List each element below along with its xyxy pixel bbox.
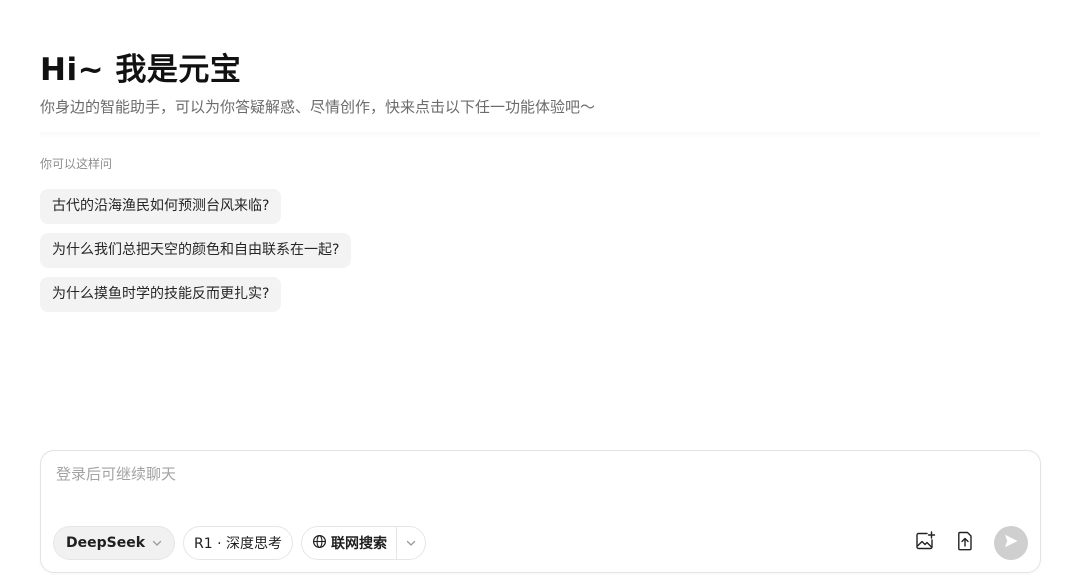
- globe-icon: [312, 534, 327, 553]
- chevron-down-icon: [405, 534, 417, 553]
- page-title: Hi~ 我是元宝: [40, 52, 242, 88]
- web-search-toggle[interactable]: 联网搜索: [302, 527, 396, 559]
- image-upload-button[interactable]: [910, 526, 940, 560]
- composer-toolbar: DeepSeek R1 · 深度思考 联网搜索: [53, 526, 427, 560]
- suggestion-list: 古代的沿海渔民如何预测台风来临? 为什么我们总把天空的颜色和自由联系在一起? 为…: [40, 189, 352, 312]
- model-select[interactable]: DeepSeek: [53, 526, 176, 560]
- web-search-control: 联网搜索: [301, 526, 427, 560]
- model-select-label: DeepSeek: [66, 535, 146, 551]
- send-icon: [1002, 532, 1020, 554]
- suggestion-chip[interactable]: 为什么我们总把天空的颜色和自由联系在一起?: [40, 233, 352, 268]
- image-add-icon: [914, 530, 936, 556]
- file-upload-icon: [955, 530, 975, 556]
- chat-input[interactable]: [56, 465, 956, 483]
- divider: [40, 132, 1040, 140]
- chat-composer: DeepSeek R1 · 深度思考 联网搜索: [40, 450, 1041, 573]
- suggestion-chip[interactable]: 古代的沿海渔民如何预测台风来临?: [40, 189, 282, 224]
- send-button[interactable]: [994, 526, 1028, 560]
- deep-think-toggle[interactable]: R1 · 深度思考: [183, 526, 294, 560]
- deep-think-label: R1 · 深度思考: [194, 536, 283, 552]
- web-search-options-button[interactable]: [397, 527, 425, 559]
- suggestions-hint: 你可以这样问: [40, 157, 113, 171]
- page-subtitle: 你身边的智能助手，可以为你答疑解惑、尽情创作，快来点击以下任一功能体验吧～: [40, 98, 596, 116]
- chevron-down-icon: [151, 537, 163, 549]
- suggestion-chip[interactable]: 为什么摸鱼时学的技能反而更扎实?: [40, 277, 282, 312]
- file-upload-button[interactable]: [950, 526, 980, 560]
- composer-actions: [910, 526, 1028, 560]
- hero: Hi~ 我是元宝 你身边的智能助手，可以为你答疑解惑、尽情创作，快来点击以下任一…: [40, 50, 595, 118]
- web-search-label: 联网搜索: [331, 536, 388, 552]
